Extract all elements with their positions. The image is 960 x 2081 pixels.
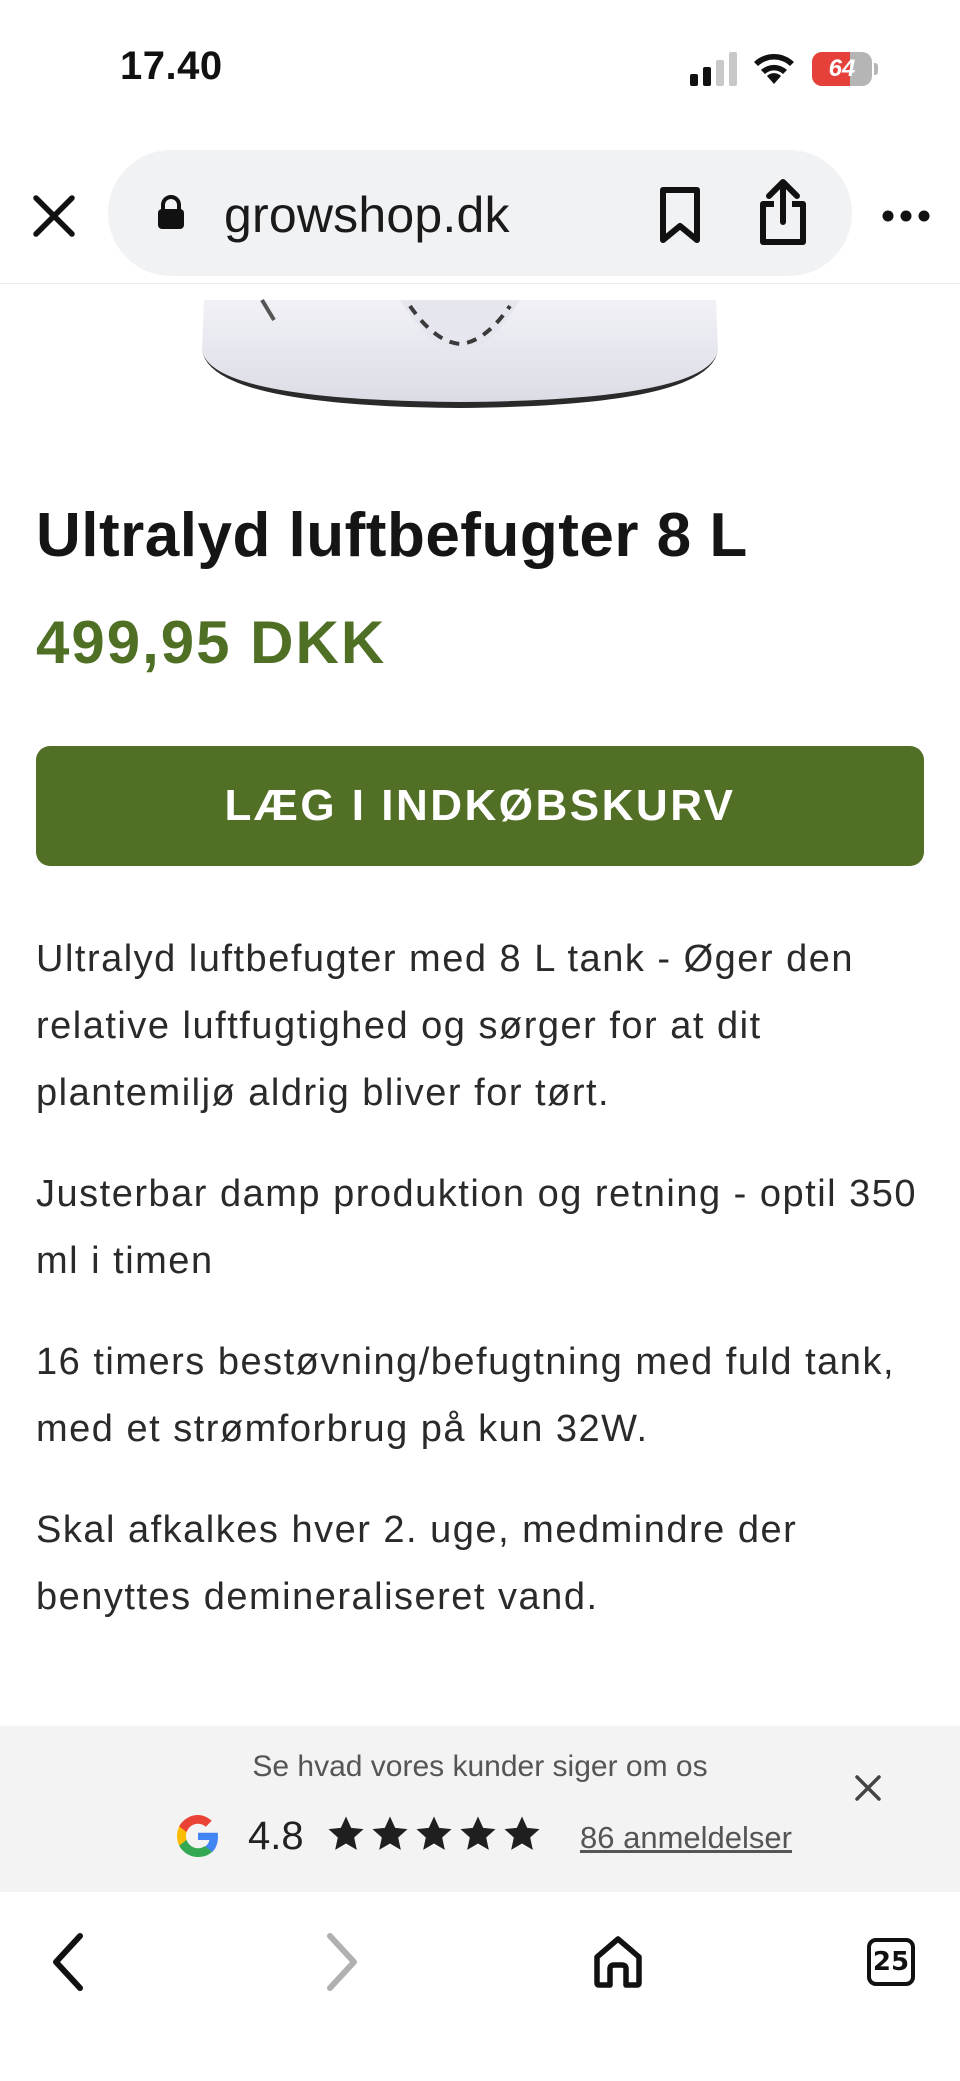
star-icon <box>460 1816 496 1850</box>
star-icon <box>328 1816 364 1850</box>
reviews-link[interactable]: 86 anmeldelser <box>580 1820 792 1856</box>
star-icon <box>416 1816 452 1850</box>
product-title: Ultralyd luftbefugter 8 L <box>36 501 748 570</box>
url-field[interactable]: growshop.dk <box>108 150 852 276</box>
url-text: growshop.dk <box>224 187 510 243</box>
share-button[interactable] <box>748 174 818 250</box>
description-paragraph: Ultralyd luftbefugter med 8 L tank - Øge… <box>36 938 855 1114</box>
wifi-icon <box>754 54 794 84</box>
back-button[interactable] <box>28 1922 108 2002</box>
forward-icon <box>327 1933 357 1991</box>
description-paragraph: Justerbar damp produktion og retning - o… <box>36 1173 918 1282</box>
star-icon <box>504 1816 540 1850</box>
more-button[interactable] <box>876 196 936 236</box>
description-paragraph: Skal afkalkes hver 2. uge, medmindre der… <box>36 1509 798 1618</box>
close-button[interactable] <box>24 186 84 246</box>
tabs-button[interactable]: 25 <box>851 1922 931 2002</box>
home-button[interactable] <box>578 1922 658 2002</box>
forward-button[interactable] <box>302 1922 382 2002</box>
bookmark-button[interactable] <box>648 180 712 250</box>
home-icon <box>594 1936 642 1988</box>
reviews-heading: Se hvad vores kunder siger om os <box>252 1750 708 1783</box>
tabs-count: 25 <box>867 1938 915 1986</box>
star-rating <box>326 1814 542 1858</box>
lock-icon <box>158 195 184 229</box>
back-icon <box>53 1933 83 1991</box>
signal-icon <box>690 52 737 86</box>
rating-value: 4.8 <box>248 1814 304 1858</box>
battery-icon: 64 <box>812 52 878 86</box>
product-description: Ultralyd luftbefugter med 8 L tank - Øge… <box>36 926 926 1665</box>
browser-address-bar: growshop.dk <box>0 140 960 284</box>
add-to-cart-button[interactable]: LÆG I INDKØBSKURV <box>36 746 924 866</box>
close-icon <box>855 1775 881 1801</box>
share-icon <box>760 179 806 245</box>
bottom-toolbar: 25 <box>0 1892 960 2081</box>
status-time: 17.40 <box>120 44 223 88</box>
product-price: 499,95 DKK <box>36 609 387 676</box>
bookmark-icon <box>660 187 700 243</box>
status-bar: 17.40 64 <box>0 0 960 140</box>
more-icon <box>882 210 930 222</box>
close-icon <box>33 195 75 237</box>
battery-percent: 64 <box>828 55 856 82</box>
google-reviews-banner: Se hvad vores kunder siger om os 4.8 86 … <box>0 1726 960 1892</box>
reviews-close-button[interactable] <box>846 1766 890 1810</box>
star-icon <box>372 1816 408 1850</box>
google-logo-icon <box>177 1815 218 1857</box>
description-paragraph: 16 timers bestøvning/befugtning med fuld… <box>36 1341 896 1450</box>
tabs-icon: 25 <box>867 1938 915 1986</box>
